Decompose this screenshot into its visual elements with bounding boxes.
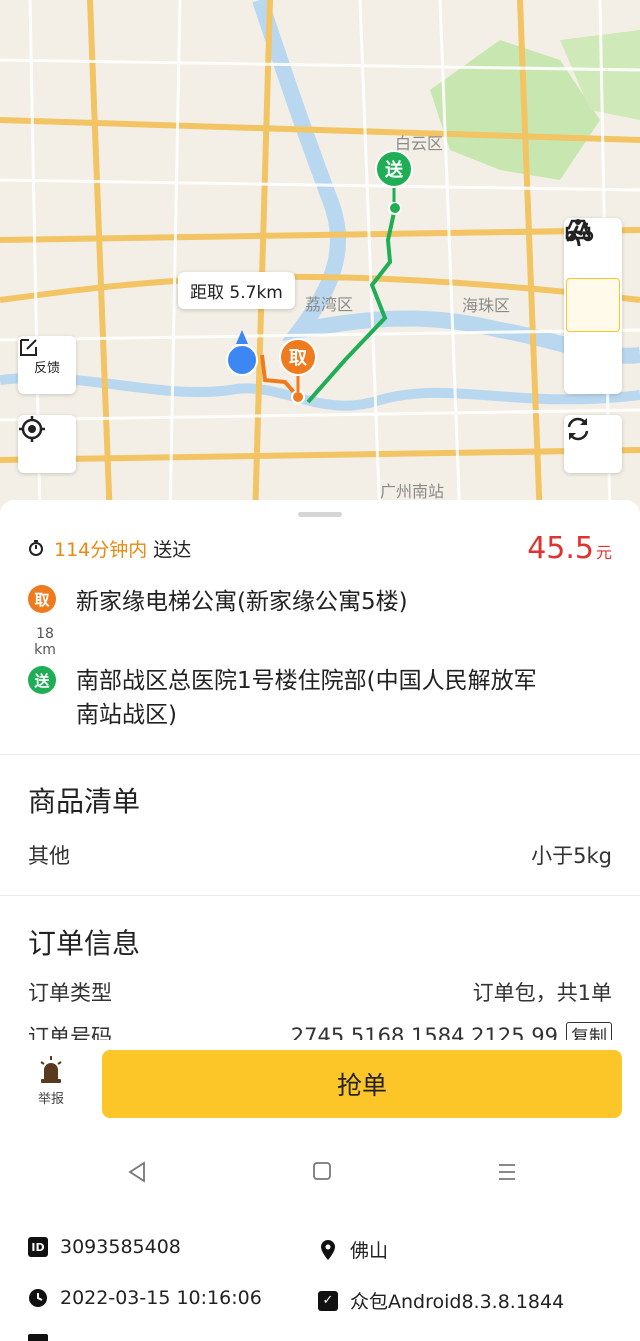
- dropoff-address-line1: 南部战区总医院1号楼住院部(中国人民解放军: [76, 668, 537, 694]
- route-distance: 18 km: [28, 626, 62, 658]
- dropoff-pin[interactable]: 送: [375, 150, 413, 188]
- goods-item-row: 其他 小于5kg: [28, 840, 612, 870]
- cropped-icon: [28, 1334, 48, 1341]
- datetime: 2022-03-15 10:16:06: [60, 1287, 262, 1309]
- copy-button[interactable]: 复制: [566, 1022, 612, 1040]
- feedback-button[interactable]: 反馈: [18, 336, 76, 394]
- distance-bubble: 距取 5.7km: [178, 272, 295, 309]
- pickup-badge: 取: [28, 585, 56, 613]
- location-pin-icon: [321, 1239, 335, 1260]
- dropoff-point: [388, 201, 402, 215]
- order-type-row: 订单类型 订单包，共1单: [28, 977, 612, 1007]
- locate-button[interactable]: [18, 415, 76, 473]
- pickup-point: [291, 390, 305, 404]
- river-branch: [0, 372, 640, 411]
- user-id-item: ID 3093585408: [28, 1236, 181, 1258]
- verified-icon: ✓: [318, 1290, 338, 1311]
- district-label: 广州南站: [380, 482, 445, 501]
- clock-icon: [29, 1289, 47, 1307]
- distance-value: 18: [36, 626, 54, 642]
- divider: [0, 754, 640, 755]
- order-type-value: 订单包，共1单: [472, 981, 612, 1005]
- pickup-pin[interactable]: 取: [279, 338, 317, 376]
- goods-item-name: 其他: [28, 844, 70, 868]
- pickup-pin-label: 取: [289, 348, 307, 369]
- goods-item-weight: 小于5kg: [531, 844, 612, 868]
- dropoff-address: 南部战区总医院1号楼住院部(中国人民解放军 南站战区): [76, 664, 537, 732]
- dropoff-badge: 送: [28, 666, 56, 694]
- app-version: 众包Android8.3.8.1844: [350, 1291, 565, 1313]
- eta-highlight: 114分钟内: [54, 538, 148, 561]
- district-label: 荔湾区: [305, 295, 354, 314]
- goods-title: 商品清单: [28, 785, 141, 818]
- order-price: 45.5 元: [527, 531, 612, 566]
- dropoff-pin-label: 送: [385, 160, 403, 181]
- report-button[interactable]: 举报: [26, 1054, 76, 1107]
- dropoff-address-line2: 南站战区): [76, 702, 177, 728]
- timer-icon: [29, 540, 43, 556]
- district-label: 海珠区: [462, 296, 511, 315]
- car-mode-button[interactable]: [564, 219, 622, 392]
- edit-icon: [20, 339, 37, 356]
- price-unit: 元: [595, 542, 612, 562]
- order-type-label: 订单类型: [28, 981, 112, 1005]
- pickup-row: 取 新家缘电梯公寓(新家缘公寓5楼): [28, 582, 612, 616]
- car-icon: [565, 219, 591, 240]
- alarm-icon: [40, 1056, 62, 1083]
- sheet-drag-handle[interactable]: [298, 512, 342, 517]
- price-value: 45.5: [527, 530, 594, 566]
- eta-suffix: 送达: [153, 538, 192, 561]
- pickup-address: 新家缘电梯公寓(新家缘公寓5楼): [76, 589, 408, 615]
- city: 佛山: [350, 1240, 389, 1262]
- district-label: 白云区: [395, 134, 444, 153]
- order-sheet[interactable]: 114分钟内 送达 45.5 元 取 新家缘电梯公寓(新家缘公寓5楼) 18 km…: [0, 500, 640, 1040]
- device-info-footer: ID 3093585408 佛山 2022-03-15 10:16:06 ✓ 众…: [0, 1210, 640, 1341]
- order-number-row: 订单号码 2745 5168 1584 2125 99 复制: [28, 1021, 612, 1040]
- order-info-title: 订单信息: [28, 927, 141, 960]
- back-icon[interactable]: [127, 1161, 147, 1183]
- action-bar: 举报 抢单: [0, 1040, 640, 1135]
- map-canvas: [0, 0, 640, 520]
- datetime-item: 2022-03-15 10:16:06: [28, 1287, 262, 1309]
- grab-order-button[interactable]: 抢单: [102, 1050, 622, 1118]
- refresh-button[interactable]: [564, 415, 622, 473]
- report-label: 举报: [37, 1092, 64, 1107]
- divider: [0, 895, 640, 896]
- city-item: 佛山: [318, 1236, 388, 1263]
- dropoff-row: 送 南部战区总医院1号楼住院部(中国人民解放军 南站战区): [28, 664, 612, 732]
- map-view[interactable]: 白云区 荔湾区 海珠区 广州南站 取 送 距取 5.7km 反馈: [0, 0, 640, 520]
- feedback-label: 反馈: [33, 360, 60, 376]
- home-icon[interactable]: [312, 1161, 332, 1181]
- rider-location: [226, 344, 258, 376]
- menu-icon[interactable]: [497, 1162, 517, 1182]
- order-number-value: 2745 5168 1584 2125 99: [290, 1024, 558, 1040]
- app-version-item: ✓ 众包Android8.3.8.1844: [318, 1287, 564, 1314]
- id-icon: ID: [28, 1237, 48, 1257]
- scooter-mode-button[interactable]: [565, 222, 620, 332]
- transport-mode-group: [564, 218, 622, 394]
- system-nav-bar: [0, 1135, 640, 1210]
- refresh-icon: [567, 417, 589, 441]
- locate-icon: [19, 416, 45, 442]
- order-number-label: 订单号码: [28, 1025, 112, 1040]
- user-id: 3093585408: [60, 1236, 181, 1258]
- eta-row: 114分钟内 送达 45.5 元: [28, 530, 612, 566]
- distance-unit: km: [34, 642, 56, 658]
